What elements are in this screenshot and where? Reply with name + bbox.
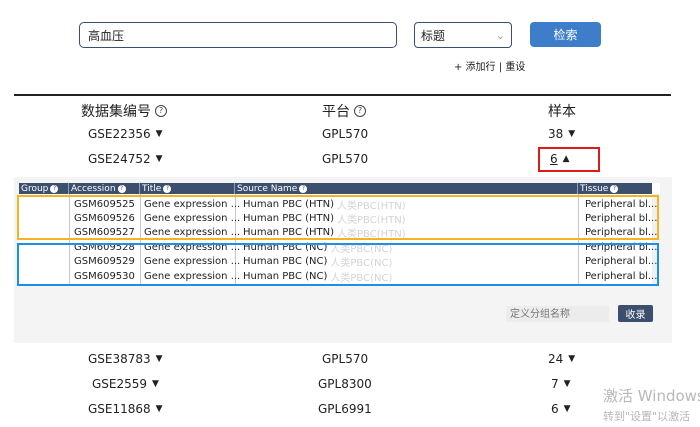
chevron-down-icon: ⌄ (495, 28, 505, 42)
column-header-group: Group? (19, 183, 69, 194)
group-highlight-htn (17, 195, 659, 240)
dataset-id: GSE2559 (92, 377, 148, 391)
help-icon[interactable]: ? (610, 184, 619, 193)
search-input[interactable] (79, 22, 397, 48)
caret-down-icon: ▼ (563, 404, 571, 414)
dataset-id-cell[interactable]: GSE22356 ▼ (88, 124, 163, 144)
dataset-id: GSE22356 (88, 127, 151, 141)
watermark-subtitle: 转到"设置"以激活 (603, 410, 691, 423)
group-name-input[interactable] (506, 306, 609, 322)
column-header-title-label: Title (142, 183, 162, 194)
help-icon[interactable]: ? (50, 184, 59, 193)
column-header-accession-label: Accession (71, 183, 116, 194)
caret-down-icon: ▼ (563, 379, 571, 389)
caret-down-icon: ▼ (568, 129, 576, 139)
reset-link[interactable]: 重设 (505, 62, 525, 73)
platform-cell: GPL6991 (318, 399, 372, 419)
platform-id: GPL8300 (318, 377, 372, 391)
platform-cell: GPL570 (322, 149, 368, 169)
column-header-accession: Accession? (69, 183, 140, 194)
caret-down-icon: ▼ (568, 354, 576, 364)
dataset-id-cell[interactable]: GSE38783 ▼ (88, 349, 163, 369)
search-button[interactable]: 检索 (530, 22, 601, 47)
caret-down-icon: ▼ (155, 404, 163, 414)
sample-count-cell[interactable]: 6 ▼ (551, 399, 571, 419)
platform-id: GPL6991 (318, 402, 372, 416)
platform-id: GPL570 (322, 152, 369, 166)
sample-count-cell[interactable]: 24 ▼ (548, 349, 575, 369)
sample-count: 24 (548, 352, 564, 366)
sample-count-cell[interactable]: 7 ▼ (551, 374, 571, 394)
help-icon[interactable]: ? (354, 105, 366, 117)
caret-down-icon: ▼ (155, 354, 163, 364)
column-header-source-name: Source Name? (235, 183, 578, 194)
sample-count: 38 (548, 127, 564, 141)
column-header-platform: 平台 ? (322, 101, 366, 121)
help-icon[interactable]: ? (163, 184, 172, 193)
separator: | (498, 62, 503, 73)
help-icon[interactable]: ? (299, 184, 308, 193)
table-header-rule (14, 94, 671, 96)
windows-activation-watermark: 激活 Windows 转到"设置"以激活 (603, 385, 700, 427)
sample-count: 7 (551, 377, 559, 391)
help-icon[interactable]: ? (117, 184, 126, 193)
caret-down-icon: ▼ (155, 129, 163, 139)
dataset-id-cell[interactable]: GSE11868 ▼ (88, 399, 163, 419)
column-header-platform-label: 平台 (322, 104, 350, 120)
caret-down-icon: ▼ (155, 154, 163, 164)
search-field-select[interactable]: 标题 ⌄ (414, 22, 512, 48)
sample-count-cell[interactable]: 38 ▼ (548, 124, 575, 144)
column-header-sample-label: 样本 (548, 104, 576, 120)
dataset-id: GSE38783 (88, 352, 151, 366)
sample-table-header: Group? Accession? Title? Source Name? Ti… (19, 183, 652, 194)
sample-count: 6 (551, 402, 559, 416)
platform-id: GPL570 (322, 352, 369, 366)
column-header-dataset: 数据集编号 ? (81, 101, 167, 121)
platform-cell: GPL570 (322, 124, 368, 144)
column-header-source-label: Source Name (237, 183, 298, 194)
help-icon[interactable]: ? (155, 105, 167, 117)
platform-id: GPL570 (322, 127, 369, 141)
column-header-sample: 样本 (548, 101, 576, 121)
group-highlight-nc (17, 243, 659, 286)
row-actions: + 添加行 | 重设 (454, 58, 525, 73)
column-header-tissue-label: Tissue (580, 183, 609, 194)
caret-down-icon: ▼ (152, 379, 159, 389)
dataset-id-cell[interactable]: GSE24752 ▼ (88, 149, 163, 169)
watermark-title: 激活 Windows (603, 387, 700, 405)
collapse-button[interactable]: 收录 (618, 305, 653, 322)
platform-cell: GPL8300 (318, 374, 372, 394)
column-header-tissue: Tissue? (578, 183, 652, 194)
search-field-value: 标题 (421, 28, 446, 43)
platform-cell: GPL570 (322, 349, 368, 369)
dataset-id: GSE24752 (88, 152, 151, 166)
column-header-group-label: Group (21, 183, 49, 194)
dataset-id-cell[interactable]: GSE2559 ▼ (92, 374, 159, 394)
column-header-title: Title? (140, 183, 235, 194)
sample-count-highlight (538, 147, 600, 172)
add-row-link[interactable]: + 添加行 (454, 62, 496, 73)
column-header-dataset-label: 数据集编号 (81, 104, 151, 120)
dataset-id: GSE11868 (88, 402, 151, 416)
